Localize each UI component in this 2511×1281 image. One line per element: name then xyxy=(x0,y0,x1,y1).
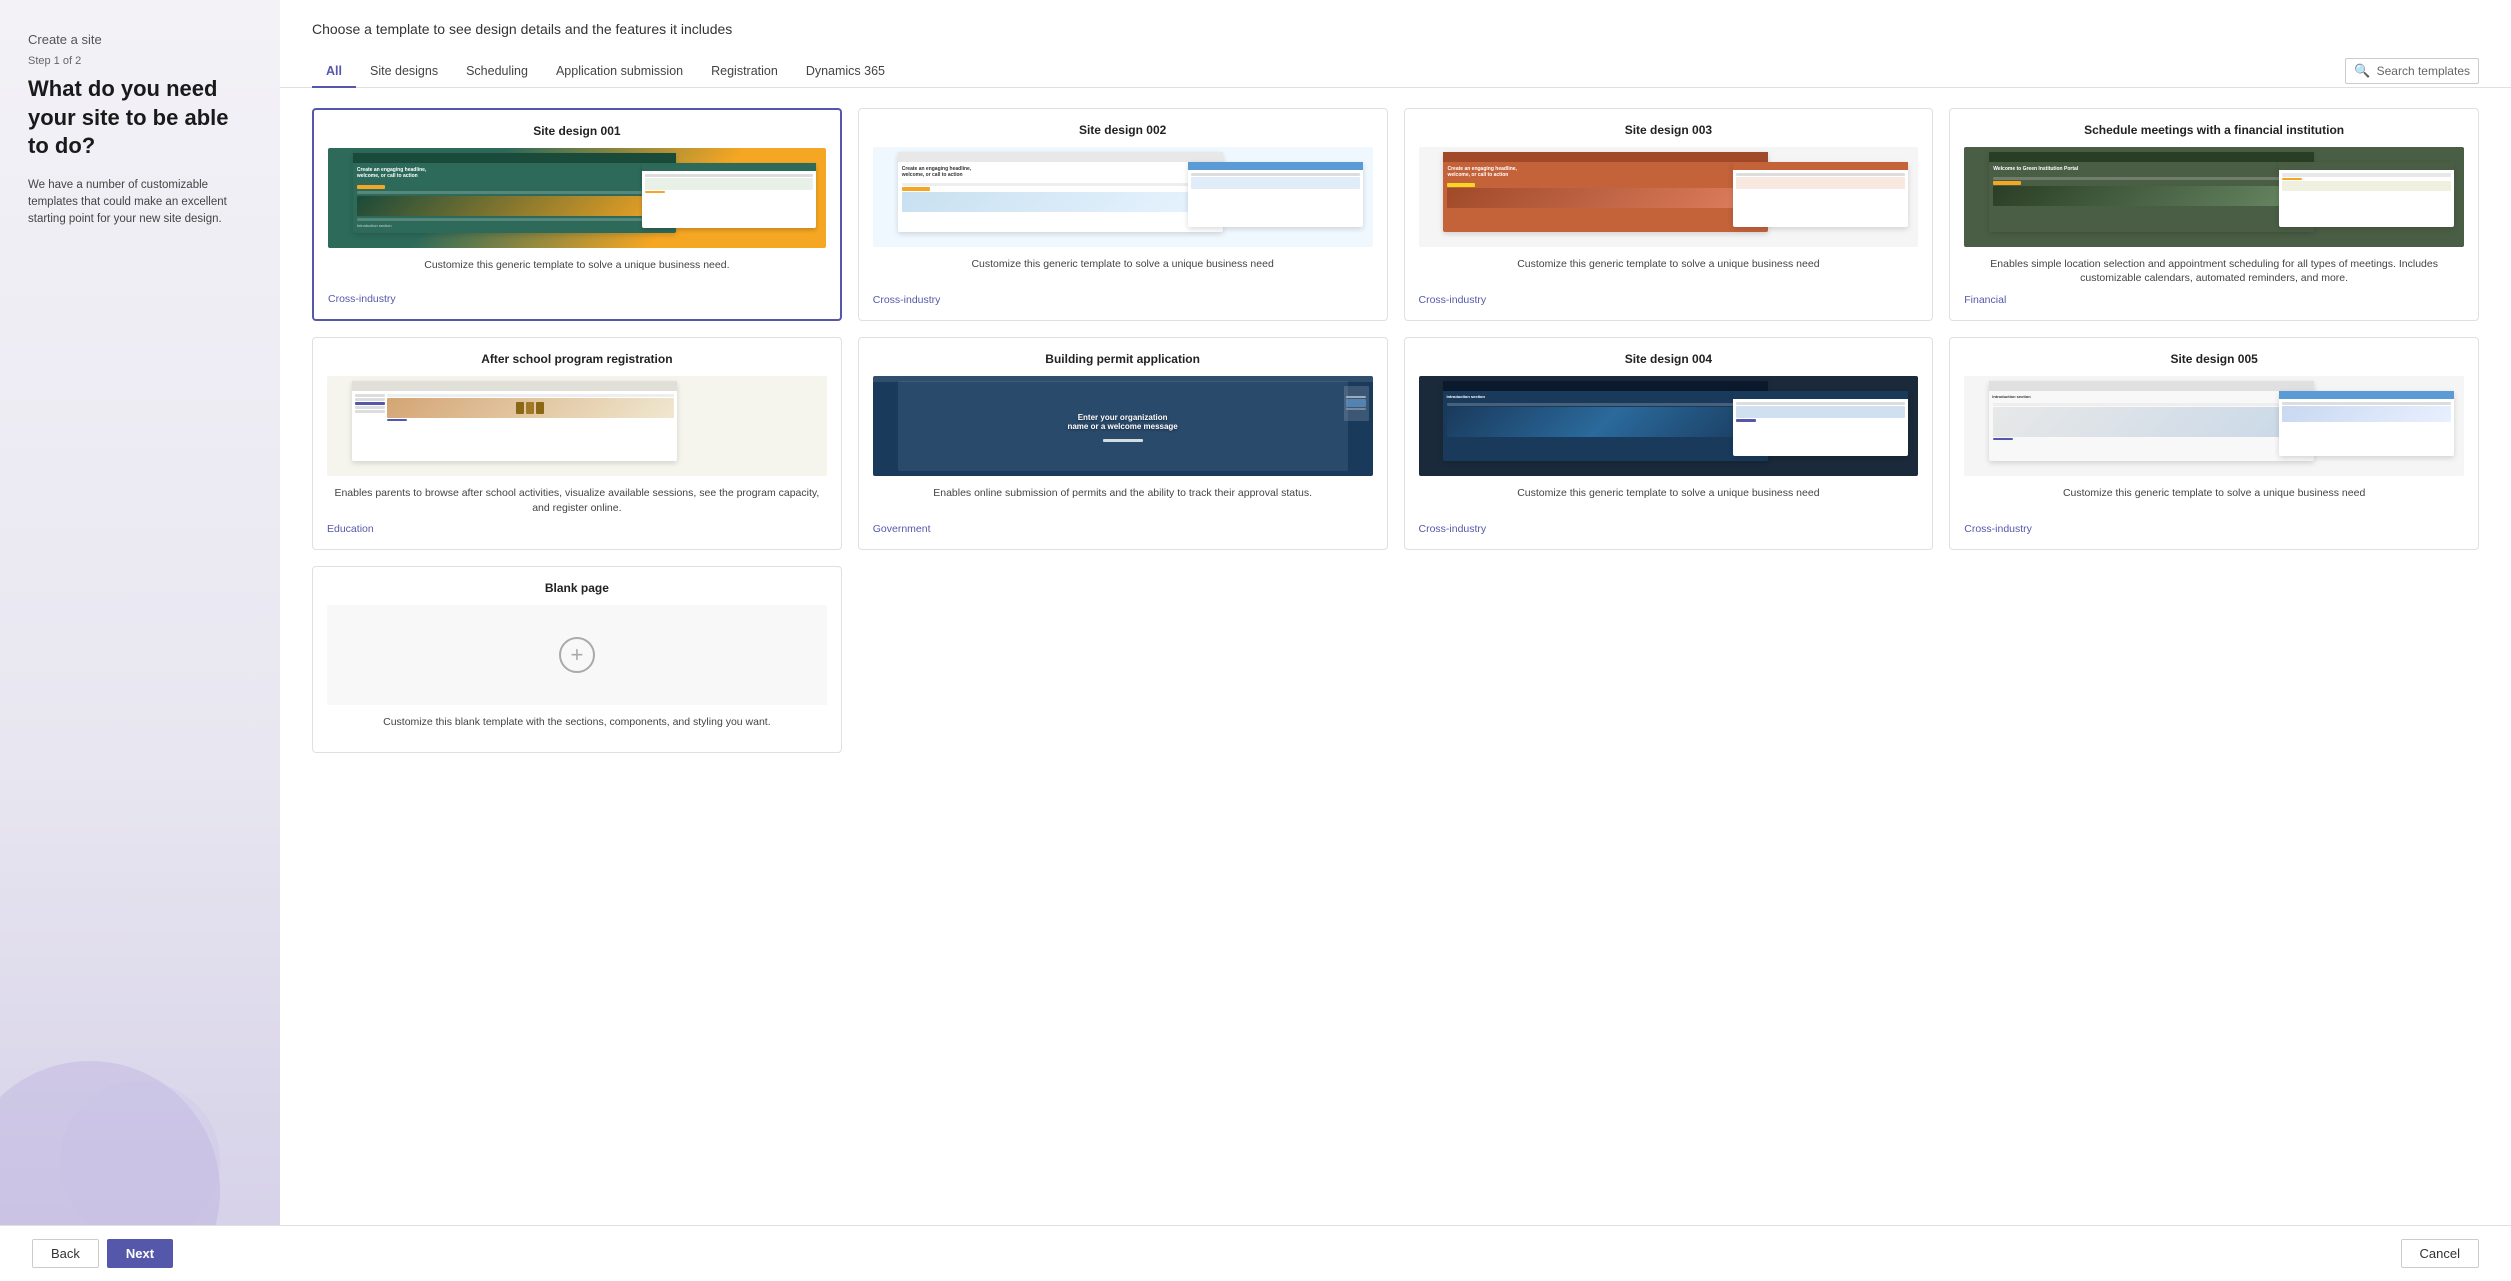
template-description: Customize this generic template to solve… xyxy=(1964,486,2464,515)
search-box[interactable]: 🔍 Search templates xyxy=(2345,58,2479,84)
template-tag: Education xyxy=(327,523,827,535)
template-preview xyxy=(327,376,827,476)
template-card-title: After school program registration xyxy=(327,352,827,366)
template-description: Customize this generic template to solve… xyxy=(328,258,826,285)
template-card-after-school[interactable]: After school program registration xyxy=(312,337,842,550)
template-card-title: Site design 001 xyxy=(328,124,826,138)
template-description: Enables parents to browse after school a… xyxy=(327,486,827,515)
template-tag: Cross-industry xyxy=(1419,294,1919,306)
footer: Back Next Cancel xyxy=(0,1225,2511,1281)
template-card-title: Site design 004 xyxy=(1419,352,1919,366)
template-card-site-design-001[interactable]: Site design 001 Create an engaging headl… xyxy=(312,108,842,321)
template-tag: Cross-industry xyxy=(1419,523,1919,535)
template-description: Enables online submission of permits and… xyxy=(873,486,1373,515)
template-card-site-design-005[interactable]: Site design 005 Introduction section xyxy=(1949,337,2479,550)
template-preview: Introduction section xyxy=(1419,376,1919,476)
step-indicator: Step 1 of 2 xyxy=(28,55,252,67)
template-card-building-permit[interactable]: Building permit application Enter your o… xyxy=(858,337,1388,550)
template-description: Enables simple location selection and ap… xyxy=(1964,257,2464,286)
template-tag: Cross-industry xyxy=(873,294,1373,306)
templates-grid: Site design 001 Create an engaging headl… xyxy=(312,108,2479,753)
search-icon: 🔍 xyxy=(2354,63,2370,79)
template-card-blank-page[interactable]: Blank page + Customize this blank templa… xyxy=(312,566,842,753)
template-card-title: Site design 005 xyxy=(1964,352,2464,366)
template-card-site-design-004[interactable]: Site design 004 Introduction section xyxy=(1404,337,1934,550)
template-tag: Government xyxy=(873,523,1373,535)
template-preview: Enter your organizationname or a welcome… xyxy=(873,376,1373,476)
template-preview: Create an engaging headline,welcome, or … xyxy=(328,148,826,248)
template-description: Customize this generic template to solve… xyxy=(1419,486,1919,515)
tab-all[interactable]: All xyxy=(312,56,356,88)
blank-page-plus-icon: + xyxy=(559,637,595,673)
main-content: Choose a template to see design details … xyxy=(280,0,2511,1281)
sidebar-description: We have a number of customizable templat… xyxy=(28,177,252,229)
sidebar: Create a site Step 1 of 2 What do you ne… xyxy=(0,0,280,1281)
cancel-button[interactable]: Cancel xyxy=(2401,1239,2479,1268)
search-placeholder: Search templates xyxy=(2377,64,2470,78)
template-preview: Create an engaging headline,welcome, or … xyxy=(1419,147,1919,247)
next-button[interactable]: Next xyxy=(107,1239,173,1268)
tab-scheduling[interactable]: Scheduling xyxy=(452,56,542,88)
template-card-title: Blank page xyxy=(327,581,827,595)
app-title: Create a site xyxy=(28,32,252,47)
sidebar-heading: What do you need your site to be able to… xyxy=(28,75,252,161)
tab-application-submission[interactable]: Application submission xyxy=(542,56,697,88)
template-description: Customize this blank template with the s… xyxy=(327,715,827,730)
footer-left: Back Next xyxy=(32,1239,173,1268)
template-card-site-design-003[interactable]: Site design 003 Create an engaging headl… xyxy=(1404,108,1934,321)
templates-area: Site design 001 Create an engaging headl… xyxy=(280,88,2511,1281)
template-description: Customize this generic template to solve… xyxy=(1419,257,1919,286)
template-card-title: Site design 002 xyxy=(873,123,1373,137)
template-card-site-design-002[interactable]: Site design 002 Create an engaging headl… xyxy=(858,108,1388,321)
template-preview: Welcome to Green Institution Portal xyxy=(1964,147,2464,247)
tab-dynamics-365[interactable]: Dynamics 365 xyxy=(792,56,899,88)
template-tag: Financial xyxy=(1964,294,2464,306)
template-preview: Introduction section xyxy=(1964,376,2464,476)
tab-site-designs[interactable]: Site designs xyxy=(356,56,452,88)
main-header: Choose a template to see design details … xyxy=(280,0,2511,56)
template-card-schedule-meetings[interactable]: Schedule meetings with a financial insti… xyxy=(1949,108,2479,321)
template-description: Customize this generic template to solve… xyxy=(873,257,1373,286)
tab-registration[interactable]: Registration xyxy=(697,56,792,88)
template-card-title: Building permit application xyxy=(873,352,1373,366)
main-header-title: Choose a template to see design details … xyxy=(312,20,2479,40)
template-tag: Cross-industry xyxy=(1964,523,2464,535)
template-card-title: Site design 003 xyxy=(1419,123,1919,137)
template-preview: + xyxy=(327,605,827,705)
template-preview: Create an engaging headline,welcome, or … xyxy=(873,147,1373,247)
sidebar-decoration2 xyxy=(60,1081,220,1241)
back-button[interactable]: Back xyxy=(32,1239,99,1268)
template-tag: Cross-industry xyxy=(328,293,826,305)
tabs-row: All Site designs Scheduling Application … xyxy=(280,56,2511,88)
template-card-title: Schedule meetings with a financial insti… xyxy=(1964,123,2464,137)
